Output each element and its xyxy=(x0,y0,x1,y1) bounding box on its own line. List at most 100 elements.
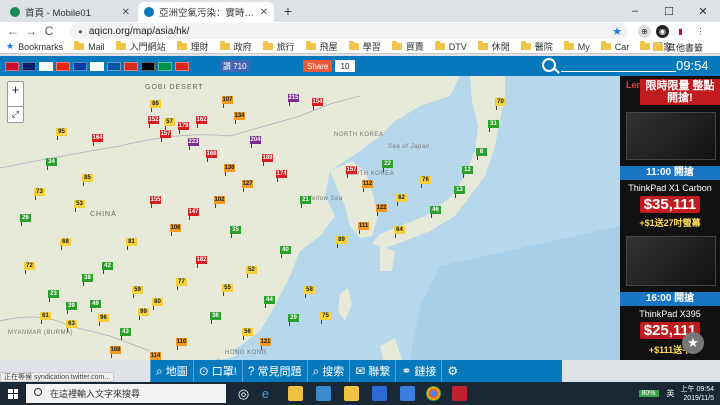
close-tab-icon[interactable]: ✕ xyxy=(122,7,130,18)
aqi-marker[interactable]: 89 xyxy=(336,236,347,248)
menu-mask[interactable]: ⊙ 口罩! xyxy=(192,360,242,382)
aqi-marker[interactable]: 23 xyxy=(48,290,59,302)
aqi-marker[interactable]: 110 xyxy=(176,338,187,350)
aqi-marker[interactable]: 174 xyxy=(276,170,287,182)
aqi-marker[interactable]: 44 xyxy=(264,296,275,308)
aqi-marker[interactable]: 55 xyxy=(222,284,233,296)
aqi-marker[interactable]: 80 xyxy=(152,298,163,310)
aqi-marker[interactable]: 77 xyxy=(176,278,187,290)
aqi-map[interactable]: + – ⤢ GOBI DESERT CHINA NORTH KOREA SOUT… xyxy=(0,76,620,360)
file-explorer-icon[interactable] xyxy=(288,386,303,401)
aqi-marker[interactable]: 63 xyxy=(66,320,77,332)
aqi-marker[interactable]: 164 xyxy=(92,134,103,146)
aqi-marker[interactable]: 182 xyxy=(196,256,207,268)
aqi-marker[interactable]: 179 xyxy=(178,122,189,134)
reload-button[interactable]: C xyxy=(40,22,58,40)
aqi-marker[interactable]: 106 xyxy=(170,224,181,236)
aqi-marker[interactable]: 49 xyxy=(90,300,101,312)
menu-icon[interactable]: ⋮ xyxy=(694,25,707,38)
tab-aqicn[interactable]: 亞洲空氣污染：實時空氣質量指數 ✕ xyxy=(138,2,274,22)
aqi-marker[interactable]: 204 xyxy=(250,136,261,148)
bookmark-folder[interactable]: 飛屋 xyxy=(305,40,338,53)
aqi-marker[interactable]: 223 xyxy=(188,138,199,150)
taskbar-clock[interactable]: 上午 09:54 2019/11/5 xyxy=(681,385,714,403)
aqi-marker[interactable]: 8 xyxy=(476,148,487,160)
forward-button[interactable]: → xyxy=(22,22,40,40)
tab-mobile01[interactable]: 首頁 - Mobile01 ✕ xyxy=(4,2,136,22)
aqi-marker[interactable]: 96 xyxy=(98,314,109,326)
menu-search[interactable]: ⌕ 搜索 xyxy=(306,360,350,382)
language-flag-icon[interactable] xyxy=(158,61,172,71)
extension-icon[interactable]: ⊕ xyxy=(638,25,651,38)
mail-app-icon[interactable] xyxy=(316,386,331,401)
aqi-marker[interactable]: 70 xyxy=(495,98,506,110)
aqi-marker[interactable]: 73 xyxy=(34,188,45,200)
aqi-marker[interactable]: 112 xyxy=(362,180,373,192)
battery-indicator[interactable]: 80% xyxy=(638,390,659,397)
aqi-marker[interactable]: 46 xyxy=(430,206,441,218)
aqi-marker[interactable]: 81 xyxy=(126,238,137,250)
aqi-marker[interactable]: 58 xyxy=(304,286,315,298)
aqi-marker[interactable]: 147 xyxy=(188,208,199,220)
start-button[interactable] xyxy=(0,382,26,405)
aqi-marker[interactable]: 157 xyxy=(346,166,357,178)
aqi-marker[interactable]: 42 xyxy=(102,262,113,274)
language-flag-icon[interactable] xyxy=(73,61,87,71)
aqi-marker[interactable]: 72 xyxy=(24,262,35,274)
aqi-marker[interactable]: 39 xyxy=(66,302,77,314)
bookmark-star-icon[interactable]: ★ xyxy=(612,25,622,38)
aqi-marker[interactable]: 215 xyxy=(288,94,299,106)
zoom-in-button[interactable]: + xyxy=(8,82,23,98)
extension-icon[interactable]: ◉ xyxy=(656,25,669,38)
aqi-marker[interactable]: 95 xyxy=(56,128,67,140)
new-tab-button[interactable]: + xyxy=(280,3,296,19)
taskbar-search[interactable]: 在這裡輸入文字來搜尋 xyxy=(26,384,226,403)
aqi-marker[interactable]: 121 xyxy=(260,338,271,350)
aqi-marker[interactable]: 59 xyxy=(132,286,143,298)
photos-icon[interactable] xyxy=(400,386,415,401)
language-flag-icon[interactable] xyxy=(107,61,121,71)
aqi-marker[interactable]: 43 xyxy=(120,328,131,340)
aqi-marker[interactable]: 61 xyxy=(40,312,51,324)
maximize-button[interactable]: ☐ xyxy=(652,0,686,22)
aqi-marker[interactable]: 52 xyxy=(246,266,257,278)
aqi-marker[interactable]: 31 xyxy=(488,120,499,132)
aqi-marker[interactable]: 99 xyxy=(138,308,149,320)
aqi-marker[interactable]: 85 xyxy=(82,174,93,186)
aqi-marker[interactable]: 68 xyxy=(60,238,71,250)
aqi-marker[interactable]: 21 xyxy=(300,196,311,208)
aqi-marker[interactable]: 22 xyxy=(382,160,393,172)
lenovo-ad[interactable]: Leno 限時限量 整點開搶! 11:00 開搶 ThinkPad X1 Car… xyxy=(620,76,720,360)
aqi-marker[interactable]: 154 xyxy=(312,98,323,110)
aqi-marker[interactable]: 26 xyxy=(20,214,31,226)
bookmark-folder[interactable]: 入門網站 xyxy=(115,40,166,53)
bookmark-folder[interactable]: 學習 xyxy=(348,40,381,53)
aqi-marker[interactable]: 75 xyxy=(320,312,331,324)
bookmark-folder[interactable]: 旅行 xyxy=(262,40,295,53)
language-flag-icon[interactable] xyxy=(39,61,53,71)
aqi-marker[interactable]: 35 xyxy=(230,226,241,238)
aqi-marker[interactable]: 111 xyxy=(358,222,369,234)
chrome-icon[interactable] xyxy=(426,386,441,401)
aqi-marker[interactable]: 64 xyxy=(394,226,405,238)
aqi-marker[interactable]: 157 xyxy=(160,130,171,142)
aqi-marker[interactable]: 114 xyxy=(150,352,161,360)
close-tab-icon[interactable]: ✕ xyxy=(260,7,268,18)
bookmark-folder[interactable]: My xyxy=(563,41,590,52)
language-flag-icon[interactable] xyxy=(56,61,70,71)
store-icon[interactable] xyxy=(372,386,387,401)
ime-indicator[interactable]: 英 xyxy=(667,388,675,399)
app-icon[interactable] xyxy=(452,386,467,401)
language-flag-icon[interactable] xyxy=(5,61,19,71)
aqi-marker[interactable]: 38 xyxy=(82,274,93,286)
share-button[interactable]: Share xyxy=(303,60,333,72)
aqi-marker[interactable]: 107 xyxy=(222,96,233,108)
language-flag-icon[interactable] xyxy=(124,61,138,71)
facebook-like-button[interactable]: 讚 710 xyxy=(220,60,250,72)
menu-faq[interactable]: ? 常見問題 xyxy=(241,360,307,382)
aqi-marker[interactable]: 136 xyxy=(224,164,235,176)
aqi-marker[interactable]: 122 xyxy=(376,204,387,216)
aqi-marker[interactable]: 155 xyxy=(150,196,161,208)
back-button[interactable]: ← xyxy=(4,22,22,40)
fullscreen-icon[interactable]: ⤢ xyxy=(7,106,24,123)
